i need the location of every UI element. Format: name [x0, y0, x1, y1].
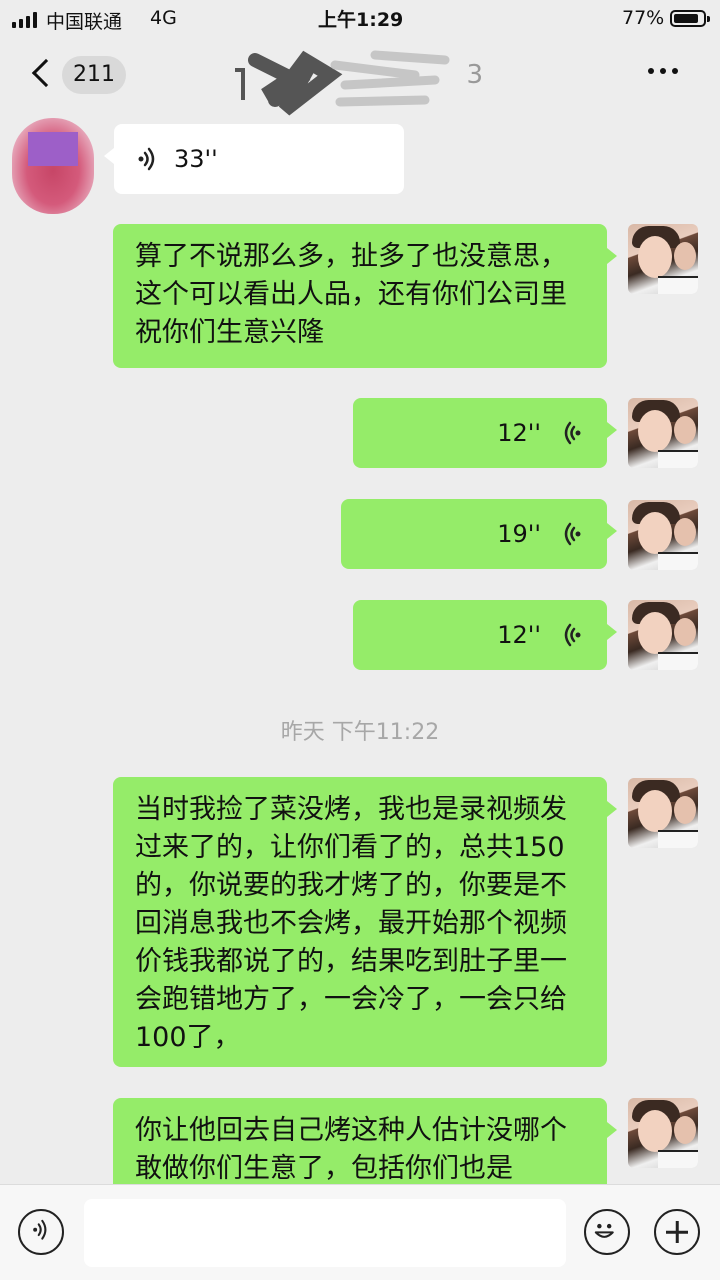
carrier-name: 中国联通 [46, 11, 123, 33]
message-text: 算了不说那么多，扯多了也没意思，这个可以看出人品，还有你们公司里祝你们生意兴隆 [135, 241, 567, 348]
redaction-scribble [235, 50, 450, 116]
more-dots-icon[interactable] [648, 68, 678, 74]
battery-percent: 77% [622, 7, 665, 29]
message-input[interactable] [84, 1199, 566, 1267]
my-avatar[interactable] [628, 778, 698, 848]
battery-icon [670, 10, 710, 27]
network-type: 4G [150, 7, 177, 29]
message-text: 当时我捡了菜没烤，我也是录视频发过来了的，让你们看了的，总共150的，你说要的我… [135, 794, 567, 1053]
unread-count-badge[interactable]: 211 [62, 56, 126, 94]
voice-duration: 12'' [497, 419, 541, 447]
message-text: 你让他回去自己烤这种人估计没哪个敢做你们生意了，包括你们也是 [135, 1115, 567, 1184]
contact-avatar[interactable] [12, 118, 94, 214]
voice-duration: 19'' [497, 520, 541, 548]
voice-message-bubble[interactable]: 12'' [353, 398, 617, 468]
plus-icon[interactable] [654, 1209, 700, 1255]
voice-wave-icon [138, 147, 155, 171]
signal-strength-icon [12, 12, 37, 28]
my-avatar[interactable] [628, 600, 698, 670]
voice-wave-icon [564, 522, 581, 546]
voice-wave-icon [564, 623, 581, 647]
back-chevron-icon[interactable] [31, 58, 61, 88]
chat-input-bar [0, 1184, 720, 1280]
my-avatar[interactable] [628, 1098, 698, 1168]
my-avatar[interactable] [628, 224, 698, 294]
my-avatar[interactable] [628, 398, 698, 468]
voice-wave-icon [564, 421, 581, 445]
voice-duration: 12'' [497, 621, 541, 649]
emoji-icon[interactable] [584, 1209, 630, 1255]
voice-message-bubble[interactable]: 33'' [104, 124, 404, 194]
voice-message-bubble[interactable]: 19'' [341, 499, 617, 569]
status-bar: 中国联通 4G 上午1:29 77% [0, 0, 720, 38]
chat-title-redacted: 3 [235, 50, 485, 116]
voice-input-icon[interactable] [18, 1209, 64, 1255]
text-message-bubble[interactable]: 当时我捡了菜没烤，我也是录视频发过来了的，让你们看了的，总共150的，你说要的我… [113, 777, 617, 1067]
voice-message-bubble[interactable]: 12'' [353, 600, 617, 670]
status-time: 上午1:29 [318, 9, 404, 31]
my-avatar[interactable] [628, 500, 698, 570]
voice-duration: 33'' [174, 145, 218, 173]
text-message-bubble[interactable]: 算了不说那么多，扯多了也没意思，这个可以看出人品，还有你们公司里祝你们生意兴隆 [113, 224, 617, 368]
chat-title-fragment: 3 [466, 60, 483, 90]
chat-header: 211 3 [0, 38, 720, 116]
message-timestamp: 昨天 下午11:22 [280, 720, 440, 745]
